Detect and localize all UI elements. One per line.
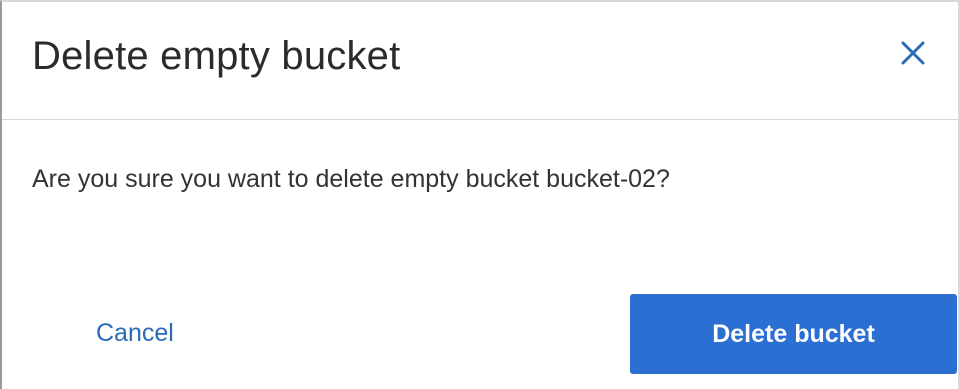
dialog-title: Delete empty bucket <box>32 34 401 78</box>
cancel-button[interactable]: Cancel <box>96 316 174 350</box>
close-icon <box>901 41 925 65</box>
delete-bucket-button[interactable]: Delete bucket <box>630 294 957 374</box>
close-button[interactable] <box>896 36 930 70</box>
delete-bucket-dialog: Delete empty bucket Are you sure you wan… <box>0 0 960 389</box>
confirmation-message: Are you sure you want to delete empty bu… <box>32 165 670 193</box>
dialog-header: Delete empty bucket <box>2 2 958 120</box>
